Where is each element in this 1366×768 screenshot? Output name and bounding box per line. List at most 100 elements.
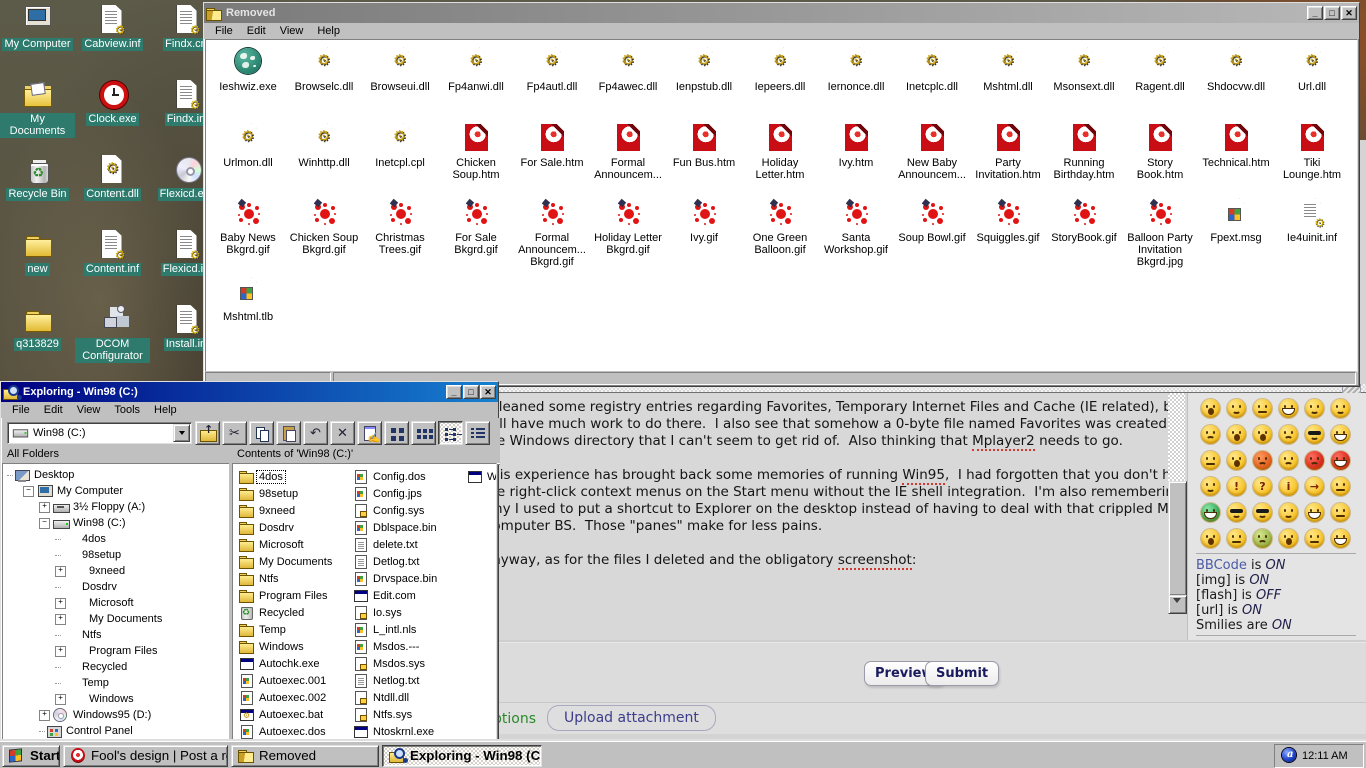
file-icon-item[interactable]: Browselc.dll: [286, 46, 362, 93]
toolbar-copy-button[interactable]: [249, 421, 274, 445]
list-item-98setup[interactable]: 98setup: [239, 485, 351, 502]
smiley-whistle[interactable]: [1201, 529, 1220, 548]
file-icon-item[interactable]: Mshtml.tlb: [210, 276, 286, 323]
list-item-microsoft[interactable]: Microsoft: [239, 536, 351, 553]
smiley-wave[interactable]: [1331, 529, 1350, 548]
smiley-exclaim[interactable]: [1227, 477, 1246, 496]
scroll-down-button[interactable]: [1168, 595, 1187, 614]
explorer-menu-edit[interactable]: Edit: [37, 403, 70, 417]
file-icon-item[interactable]: Iepeers.dll: [742, 46, 818, 93]
file-icon-item[interactable]: Ragent.dll: [1122, 46, 1198, 93]
list-item-detlog-txt[interactable]: Detlog.txt: [353, 553, 465, 570]
tree-item-microsoft[interactable]: +Microsoft: [7, 595, 230, 611]
toolbar-cut-button[interactable]: ✂: [222, 421, 247, 445]
smiley-smug[interactable]: [1331, 503, 1350, 522]
file-icon-item[interactable]: Baby News Bkgrd.gif: [210, 197, 286, 256]
smiley-twisted[interactable]: [1331, 451, 1350, 470]
tree-item-windows[interactable]: +Windows: [7, 691, 230, 707]
smiley-happy[interactable]: [1227, 399, 1246, 418]
list-item-9xneed[interactable]: 9xneed: [239, 502, 351, 519]
file-icon-item[interactable]: Formal Announcem...: [590, 122, 666, 181]
desktop-icon-cabview-inf[interactable]: Cabview.inf: [75, 4, 150, 51]
list-item-dosdrv[interactable]: Dosdrv: [239, 519, 351, 536]
list-item-ntfs-sys[interactable]: Ntfs.sys: [353, 706, 465, 723]
file-icon-item[interactable]: Fun Bus.htm: [666, 122, 742, 169]
start-button[interactable]: Start: [2, 745, 60, 767]
smiley-embarrassed[interactable]: [1253, 451, 1272, 470]
file-icon-item[interactable]: Chicken Soup Bkgrd.gif: [286, 197, 362, 256]
tree-item-my-documents[interactable]: +My Documents: [7, 611, 230, 627]
file-icon-item[interactable]: Ieshwiz.exe: [210, 46, 286, 93]
toolbar-props-button[interactable]: [357, 421, 382, 445]
file-icon-item[interactable]: Inetcpl.cpl: [362, 122, 438, 169]
list-item-edit-com[interactable]: Edit.com: [353, 587, 465, 604]
removed-menu-file[interactable]: File: [208, 24, 240, 38]
list-item-w98[interactable]: W98: [467, 468, 497, 485]
expand-icon[interactable]: +: [55, 614, 66, 625]
file-icon-item[interactable]: For Sale Bkgrd.gif: [438, 197, 514, 256]
desktop-icon-content-dll[interactable]: Content.dll: [75, 154, 150, 201]
list-item-msdos-[interactable]: Msdos.---: [353, 638, 465, 655]
toolbar-up-button[interactable]: [195, 421, 220, 445]
smiley-worried[interactable]: [1279, 425, 1298, 444]
file-icon-item[interactable]: Ie4uinit.inf: [1274, 197, 1350, 244]
smiley-wink[interactable]: [1331, 399, 1350, 418]
file-icon-item[interactable]: Running Birthday.htm: [1046, 122, 1122, 181]
close-button[interactable]: ✕: [480, 385, 496, 399]
smiley-biggrin[interactable]: [1279, 399, 1298, 418]
address-combobox[interactable]: Win98 (C:): [7, 422, 192, 444]
file-icon-item[interactable]: Ivy.gif: [666, 197, 742, 244]
list-item-program-files[interactable]: Program Files: [239, 587, 351, 604]
close-button[interactable]: ✕: [1341, 6, 1357, 20]
smiley-supergeek[interactable]: [1253, 503, 1272, 522]
file-icon-item[interactable]: Formal Announcem... Bkgrd.gif: [514, 197, 590, 268]
smiley-cool[interactable]: [1305, 425, 1324, 444]
file-icon-item[interactable]: Msonsext.dll: [1046, 46, 1122, 93]
file-icon-item[interactable]: Story Book.htm: [1122, 122, 1198, 181]
file-icon-item[interactable]: Browseui.dll: [362, 46, 438, 93]
explorer-menu-help[interactable]: Help: [147, 403, 184, 417]
list-item-msdos-sys[interactable]: Msdos.sys: [353, 655, 465, 672]
file-icon-item[interactable]: Holiday Letter.htm: [742, 122, 818, 181]
maximize-button[interactable]: □: [1324, 6, 1340, 20]
tree-item-win98-c-[interactable]: −Win98 (C:): [7, 515, 230, 531]
smiley-evil[interactable]: [1305, 451, 1324, 470]
smiley-mad[interactable]: [1201, 451, 1220, 470]
removed-menu-help[interactable]: Help: [310, 24, 347, 38]
file-icon-item[interactable]: Technical.htm: [1198, 122, 1274, 169]
smiley-sick[interactable]: [1253, 529, 1272, 548]
file-icon-item[interactable]: For Sale.htm: [514, 122, 590, 169]
file-icon-item[interactable]: Fp4awec.dll: [590, 46, 666, 93]
file-icon-item[interactable]: StoryBook.gif: [1046, 197, 1122, 244]
file-icon-item[interactable]: Tiki Lounge.htm: [1274, 122, 1350, 181]
list-item-autoexec-dos[interactable]: Autoexec.dos: [239, 723, 351, 740]
taskbar-task-opera[interactable]: Fool's design | Post a reply...: [63, 745, 228, 767]
smiley-idea[interactable]: [1279, 477, 1298, 496]
minimize-button[interactable]: _: [446, 385, 462, 399]
smiley-sad[interactable]: [1279, 451, 1298, 470]
file-icon-item[interactable]: Balloon Party Invitation Bkgrd.jpg: [1122, 197, 1198, 268]
file-icon-item[interactable]: Holiday Letter Bkgrd.gif: [590, 197, 666, 256]
file-icon-item[interactable]: Fp4anwi.dll: [438, 46, 514, 93]
list-item-temp[interactable]: Temp: [239, 621, 351, 638]
expand-icon[interactable]: +: [55, 694, 66, 705]
desktop-icon-my-computer[interactable]: My Computer: [0, 4, 75, 51]
list-item-ntfs[interactable]: Ntfs: [239, 570, 351, 587]
file-icon-item[interactable]: Squiggles.gif: [970, 197, 1046, 244]
desktop-icon-q313829[interactable]: q313829: [0, 304, 75, 351]
toolbar-paste-button[interactable]: [276, 421, 301, 445]
tab-upload-attachment[interactable]: Upload attachment: [547, 705, 716, 731]
explorer-menu-view[interactable]: View: [70, 403, 108, 417]
list-item-ntdll-dll[interactable]: Ntdll.dll: [353, 689, 465, 706]
file-icon-item[interactable]: Fpext.msg: [1198, 197, 1274, 244]
file-icon-item[interactable]: Party Invitation.htm: [970, 122, 1046, 181]
smiley-sleepy[interactable]: [1253, 399, 1272, 418]
smiley-question[interactable]: [1253, 477, 1272, 496]
smiley-rolleyes[interactable]: [1201, 477, 1220, 496]
list-item-autochk-exe[interactable]: Autochk.exe: [239, 655, 351, 672]
tab-options[interactable]: Options: [497, 711, 536, 727]
expand-icon[interactable]: +: [39, 502, 50, 513]
toolbar-vlarge-button[interactable]: [384, 421, 409, 445]
file-icon-item[interactable]: Iernonce.dll: [818, 46, 894, 93]
file-icon-item[interactable]: Soup Bowl.gif: [894, 197, 970, 244]
